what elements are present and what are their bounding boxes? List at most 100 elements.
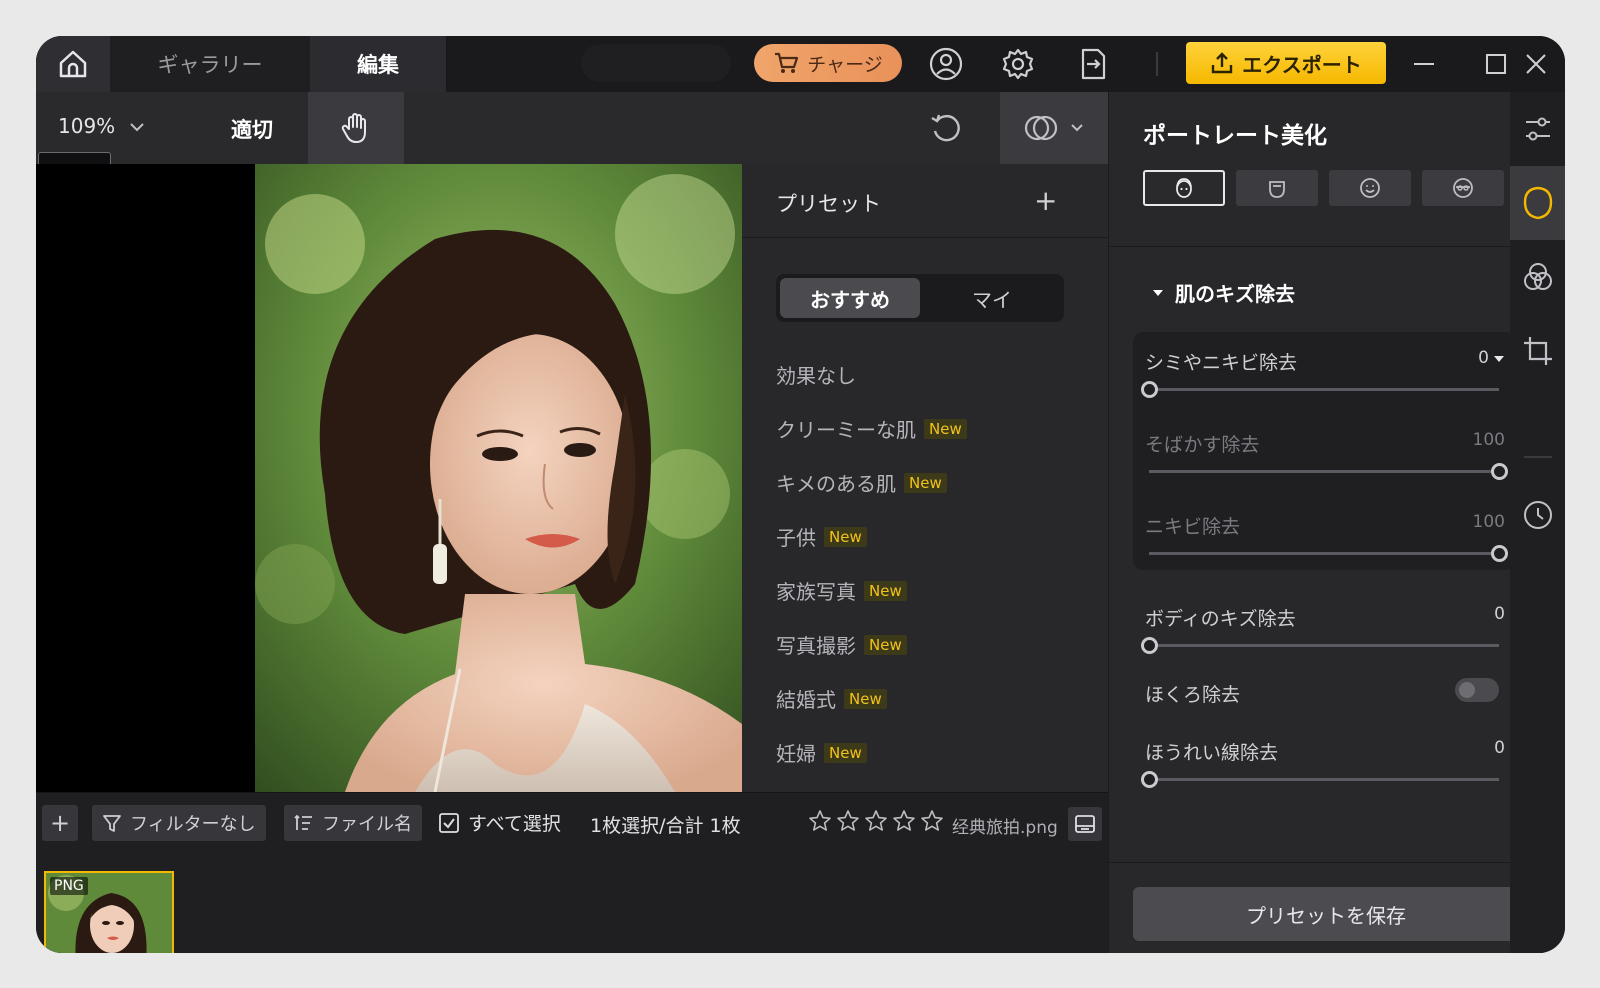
face-detail-icon (1176, 178, 1192, 198)
slider-track[interactable] (1149, 552, 1499, 555)
home-icon (59, 50, 87, 78)
face-shape-icon (1269, 181, 1285, 198)
fit-button[interactable]: 適切 (231, 114, 273, 144)
tab-edit[interactable]: 編集 (310, 36, 446, 92)
title-bar: ギャラリー 編集 チャージ エクスポート (36, 36, 1565, 92)
star-icon[interactable] (864, 809, 888, 833)
logout-button[interactable] (1074, 46, 1110, 82)
hand-tool-button[interactable] (308, 92, 404, 164)
caret-down-icon[interactable] (1493, 353, 1505, 365)
slider-label: ボディのキズ除去 (1145, 608, 1296, 630)
zoom-level[interactable]: 109% (58, 114, 115, 138)
status-pill (581, 44, 731, 82)
preset-item-photoshoot[interactable]: 写真撮影 New (776, 630, 907, 659)
app-window: ギャラリー 編集 チャージ エクスポート 109% 適切 プリセット + おすす… (36, 36, 1565, 953)
color-circles-icon (1523, 263, 1552, 290)
slider-track[interactable] (1149, 388, 1499, 391)
rating-stars[interactable] (808, 809, 944, 833)
save-preset-button[interactable]: プリセットを保存 (1133, 887, 1519, 941)
new-badge: New (924, 418, 967, 439)
star-icon[interactable] (808, 809, 832, 833)
new-badge: New (824, 526, 867, 547)
face-tab-shape[interactable] (1236, 170, 1318, 206)
sort-button[interactable]: ファイル名 (284, 805, 422, 841)
mole-toggle[interactable] (1455, 678, 1499, 702)
slider-knob[interactable] (1141, 637, 1158, 654)
preset-item-family-photo[interactable]: 家族写真 New (776, 576, 907, 605)
preset-item-textured-skin[interactable]: キメのある肌 New (776, 468, 947, 497)
segment-mine[interactable]: マイ (924, 278, 1060, 318)
slider-track[interactable] (1149, 778, 1499, 781)
preset-item-none[interactable]: 効果なし (776, 360, 856, 389)
home-button[interactable] (36, 36, 110, 92)
preset-item-wedding[interactable]: 結婚式 New (776, 684, 887, 713)
slider-label: そばかす除去 (1145, 434, 1260, 456)
slider-track[interactable] (1149, 644, 1499, 647)
edit-toolbar: 109% 適切 ホーム (36, 92, 1108, 189)
add-preset-button[interactable]: + (1034, 184, 1057, 217)
minimize-button[interactable] (1404, 44, 1444, 84)
charge-button[interactable]: チャージ (754, 44, 902, 82)
rail-portrait[interactable] (1510, 166, 1565, 240)
logout-icon (1081, 48, 1106, 80)
image-canvas[interactable] (36, 164, 742, 792)
filter-button[interactable]: フィルターなし (92, 805, 266, 841)
preset-item-creamy-skin[interactable]: クリーミーな肌 New (776, 414, 967, 443)
account-button[interactable] (928, 46, 964, 82)
rail-adjust[interactable] (1510, 92, 1565, 166)
preset-item-maternity[interactable]: 妊婦 New (776, 738, 867, 767)
user-icon (929, 47, 963, 81)
preset-item-child[interactable]: 子供 New (776, 522, 867, 551)
undo-icon (931, 114, 960, 142)
image-thumbnail[interactable]: PNG (44, 871, 174, 953)
tool-rail (1510, 92, 1565, 953)
select-all-checkbox[interactable]: すべて選択 (438, 809, 561, 836)
slider-knob[interactable] (1491, 545, 1508, 562)
slider-label: ニキビ除去 (1145, 516, 1241, 538)
chevron-down-icon[interactable] (128, 118, 146, 136)
window-frame: ギャラリー 編集 チャージ エクスポート 109% 適切 プリセット + おすす… (0, 0, 1600, 988)
clock-icon (1523, 501, 1552, 529)
crop-icon (1523, 337, 1552, 365)
compare-button[interactable] (1000, 92, 1108, 164)
preset-header: プリセット + (742, 164, 1108, 238)
face-outline-icon (1523, 186, 1552, 220)
reset-button[interactable] (926, 108, 966, 148)
selection-count: 1枚選択/合計 1枚 (590, 815, 741, 837)
preset-item-label: 妊婦 (776, 742, 816, 766)
close-button[interactable] (1516, 44, 1556, 84)
export-button[interactable]: エクスポート (1186, 42, 1386, 84)
slider-knob[interactable] (1141, 381, 1158, 398)
preset-item-label: 効果なし (776, 364, 856, 388)
hand-icon (341, 113, 366, 143)
rail-crop[interactable] (1510, 314, 1565, 388)
panel-title: ポートレート美化 (1143, 123, 1327, 149)
face-tab-skin[interactable] (1143, 170, 1225, 206)
filmstrip-bar: + フィルターなし ファイル名 すべて選択 1枚選択/合計 1枚 经典旅拍.pn… (36, 792, 1108, 953)
section-skin-blemish[interactable]: 肌のキズ除去 (1151, 278, 1295, 307)
new-badge: New (824, 742, 867, 763)
maximize-button[interactable] (1476, 44, 1516, 84)
slider-knob[interactable] (1141, 771, 1158, 788)
title-separator (1156, 52, 1158, 76)
add-image-button[interactable]: + (42, 805, 78, 841)
star-icon[interactable] (892, 809, 916, 833)
star-icon[interactable] (920, 809, 944, 833)
slider-track[interactable] (1149, 470, 1499, 473)
slider-knob[interactable] (1491, 463, 1508, 480)
slider-value: 100 (1472, 430, 1505, 450)
face-tab-eyes[interactable] (1422, 170, 1504, 206)
rail-color[interactable] (1510, 240, 1565, 314)
star-icon[interactable] (836, 809, 860, 833)
cart-icon (775, 52, 799, 73)
settings-button[interactable] (1000, 46, 1036, 82)
tab-gallery[interactable]: ギャラリー (110, 36, 310, 92)
file-name: 经典旅拍.png (952, 818, 1058, 838)
face-tab-expression[interactable] (1329, 170, 1411, 206)
toggle-filmstrip-button[interactable] (1068, 807, 1102, 841)
segment-recommended[interactable]: おすすめ (780, 278, 920, 318)
sliders-icon (1525, 117, 1550, 141)
rail-history[interactable] (1510, 478, 1565, 552)
upload-icon (1212, 52, 1233, 74)
slider-value: 100 (1472, 512, 1505, 532)
